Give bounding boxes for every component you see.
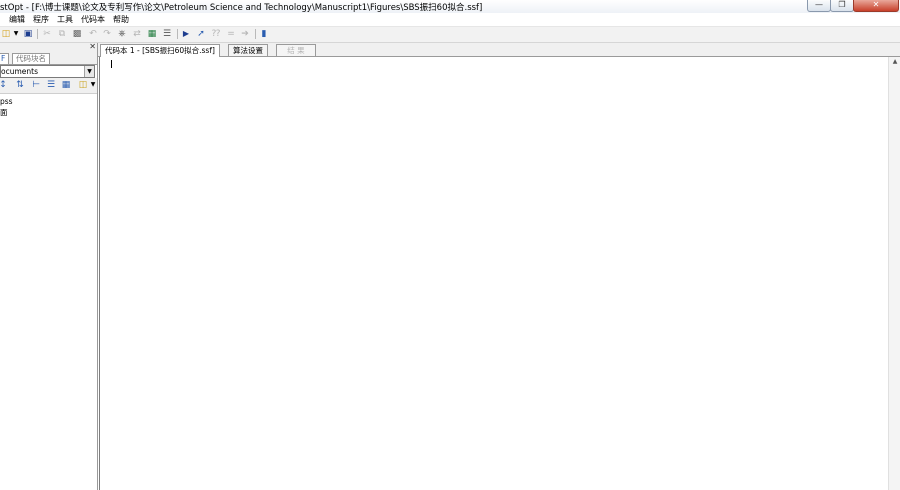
tree-item[interactable]: 面: [0, 107, 8, 118]
documents-combo[interactable]: ocuments ▼: [0, 65, 95, 78]
cut-icon[interactable]: ✂: [41, 28, 53, 40]
toolbar-separator: [37, 29, 38, 39]
menu-bar: 编辑 程序 工具 代码本 帮助: [0, 13, 900, 27]
chevron-down-icon[interactable]: ▼: [87, 79, 99, 91]
menu-help[interactable]: 帮助: [113, 14, 129, 25]
sort-icon[interactable]: ⇅: [14, 79, 26, 91]
list-view-icon[interactable]: ☰: [45, 79, 57, 91]
left-panel-tabs: F 代码块名: [0, 52, 97, 65]
undo-icon[interactable]: ↶: [87, 28, 99, 40]
tree-item[interactable]: pss: [0, 97, 13, 106]
tree-view-icon[interactable]: ⊢: [30, 79, 42, 91]
run-icon[interactable]: ▶: [180, 28, 192, 40]
left-panel-header: ✕: [0, 42, 97, 52]
code-editor[interactable]: [99, 57, 889, 490]
excel-icon[interactable]: ▦: [146, 28, 158, 40]
toolbar-separator: [255, 29, 256, 39]
text-caret: [111, 60, 112, 68]
left-panel-iconbar: ↕ ⇅ ⊢ ☰ ▦ ◫ ▼: [0, 78, 97, 94]
menu-codebook[interactable]: 代码本: [81, 14, 105, 25]
menu-tools[interactable]: 工具: [57, 14, 73, 25]
title-bar: stOpt - [F:\博士课题\论文及专利写作\论文\Petroleum Sc…: [0, 0, 900, 13]
maximize-button[interactable]: ❐: [830, 0, 854, 12]
copy-icon[interactable]: ⧉: [56, 28, 68, 40]
paste-icon[interactable]: ▩: [71, 28, 83, 40]
menu-program[interactable]: 程序: [33, 14, 49, 25]
minimize-button[interactable]: —: [807, 0, 831, 12]
step-icon[interactable]: ➚: [195, 28, 207, 40]
document-tabs: 代码本 1 - [SBS振扫60拟合.ssf] 算法设置 结 果: [98, 43, 900, 57]
save-icon[interactable]: ▣: [22, 28, 34, 40]
tab-codebook[interactable]: 代码本 1 - [SBS振扫60拟合.ssf]: [100, 44, 220, 57]
tab-results[interactable]: 结 果: [276, 44, 316, 56]
find-icon[interactable]: ⎈: [116, 28, 128, 40]
close-icon[interactable]: ✕: [89, 42, 96, 51]
toolbar-separator: [177, 29, 178, 39]
pause-icon[interactable]: ⁇: [210, 28, 222, 40]
left-panel: ✕ F 代码块名 ocuments ▼ ↕ ⇅ ⊢ ☰ ▦ ◫ ▼ pss 面: [0, 42, 98, 490]
window-title: stOpt - [F:\博士课题\论文及专利写作\论文\Petroleum Sc…: [0, 3, 483, 13]
toolbar: ◫ ▼ ▣ ✂ ⧉ ▩ ↶ ↷ ⎈ ⇄ ▦ ☰ ▶ ➚ ⁇ = ➔ ▮: [0, 27, 900, 43]
output-icon[interactable]: ➔: [239, 28, 251, 40]
stop-icon[interactable]: =: [225, 28, 237, 40]
tab-code-block-names[interactable]: 代码块名: [12, 53, 50, 64]
redo-icon[interactable]: ↷: [101, 28, 113, 40]
vertical-scrollbar[interactable]: ▲: [888, 57, 900, 490]
scroll-up-icon[interactable]: ▲: [889, 58, 900, 65]
replace-icon[interactable]: ⇄: [131, 28, 143, 40]
menu-edit[interactable]: 编辑: [9, 14, 25, 25]
sort-az-icon[interactable]: ↕: [0, 79, 9, 91]
format-icon[interactable]: ☰: [161, 28, 173, 40]
help-book-icon[interactable]: ▮: [258, 28, 270, 40]
dropdown-icon[interactable]: ▼: [10, 28, 22, 40]
tab-files[interactable]: F: [0, 53, 10, 64]
tab-algorithm-settings[interactable]: 算法设置: [228, 44, 268, 56]
documents-combo-value: ocuments: [1, 67, 38, 76]
grid-view-icon[interactable]: ▦: [60, 79, 72, 91]
chevron-down-icon[interactable]: ▼: [84, 66, 94, 77]
close-button[interactable]: ✕: [853, 0, 899, 12]
